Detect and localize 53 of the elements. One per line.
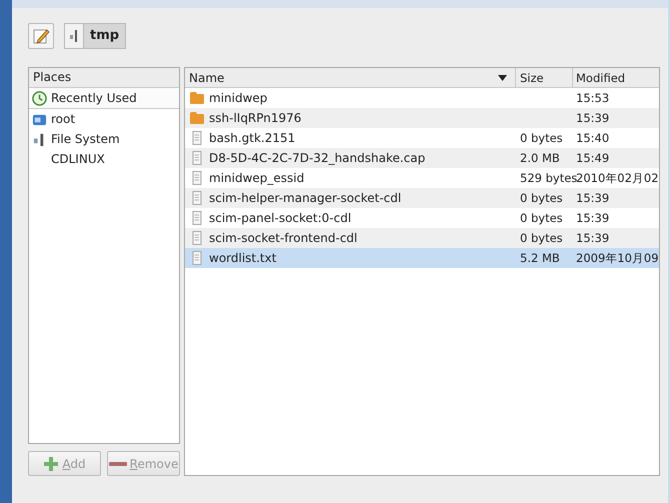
- file-modified: 15:49: [576, 151, 610, 165]
- pencil-icon: [32, 26, 50, 44]
- file-row[interactable]: wordlist.txt 5.2 MB 2009年10月09: [185, 248, 659, 268]
- file-modified: 15:39: [576, 111, 610, 125]
- file-row[interactable]: scim-helper-manager-socket-cdl 0 bytes 15:39: [185, 188, 659, 208]
- clock-icon: [32, 90, 47, 106]
- folder-icon: [189, 111, 205, 125]
- file-size: 0 bytes: [520, 191, 563, 205]
- column-header[interactable]: Size: [516, 68, 573, 87]
- file-modified: 15:39: [576, 231, 610, 245]
- edit-button[interactable]: [28, 22, 54, 48]
- file-size: 5.2 MB: [520, 251, 560, 265]
- path-button[interactable]: tmp: [83, 22, 126, 48]
- file-row[interactable]: scim-socket-frontend-cdl 0 bytes 15:39: [185, 228, 659, 248]
- places-item[interactable]: Recently Used: [29, 88, 179, 109]
- sort-arrow-icon: [498, 74, 507, 80]
- file-row[interactable]: D8-5D-4C-2C-7D-32_handshake.cap 2.0 MB 15:49: [185, 148, 659, 168]
- file-name: minidwep: [209, 91, 268, 105]
- file-row[interactable]: bash.gtk.2151 0 bytes 15:40: [185, 128, 659, 148]
- file-size: 2.0 MB: [520, 151, 560, 165]
- file-name: scim-socket-frontend-cdl: [209, 231, 358, 245]
- file-modified: 2010年02月02: [576, 170, 659, 186]
- file-name: minidwep_essid: [209, 171, 304, 185]
- minus-icon: [108, 460, 127, 466]
- file-name: ssh-lIqRPn1976: [209, 111, 302, 125]
- file-modified: 15:39: [576, 191, 610, 205]
- file-name: scim-panel-socket:0-cdl: [209, 211, 352, 225]
- plus-icon: [43, 456, 60, 472]
- file-name: bash.gtk.2151: [209, 131, 296, 145]
- file-modified: 15:53: [576, 91, 610, 105]
- file-modified: 15:39: [576, 211, 610, 225]
- file-size: 529 bytes: [520, 171, 578, 185]
- file-name: D8-5D-4C-2C-7D-32_handshake.cap: [209, 151, 426, 165]
- places-item[interactable]: File System: [29, 129, 179, 149]
- file-modified: 15:40: [576, 131, 610, 145]
- column-header[interactable]: Modified: [573, 68, 659, 87]
- file-size: 0 bytes: [520, 211, 563, 225]
- file-name: wordlist.txt: [209, 251, 276, 265]
- path-toggle-button[interactable]: [64, 22, 83, 48]
- file-modified: 2009年10月09: [576, 250, 659, 266]
- file-row[interactable]: ssh-lIqRPn1976 15:39: [185, 108, 659, 128]
- column-header[interactable]: Places: [29, 68, 179, 88]
- file-size: 0 bytes: [520, 131, 563, 145]
- file-row[interactable]: minidwep 15:53: [185, 88, 659, 108]
- file-row[interactable]: minidwep_essid 529 bytes2010年02月02: [185, 168, 659, 188]
- folder-icon: [189, 91, 205, 105]
- file-row[interactable]: scim-panel-socket:0-cdl 0 bytes 15:39: [185, 208, 659, 228]
- file-size: 0 bytes: [520, 231, 563, 245]
- places-item[interactable]: root: [29, 109, 179, 129]
- places-item[interactable]: CDLINUX: [29, 149, 179, 169]
- column-header[interactable]: Name: [185, 68, 516, 87]
- drive-icon: [69, 28, 79, 42]
- file-name: scim-helper-manager-socket-cdl: [209, 191, 402, 205]
